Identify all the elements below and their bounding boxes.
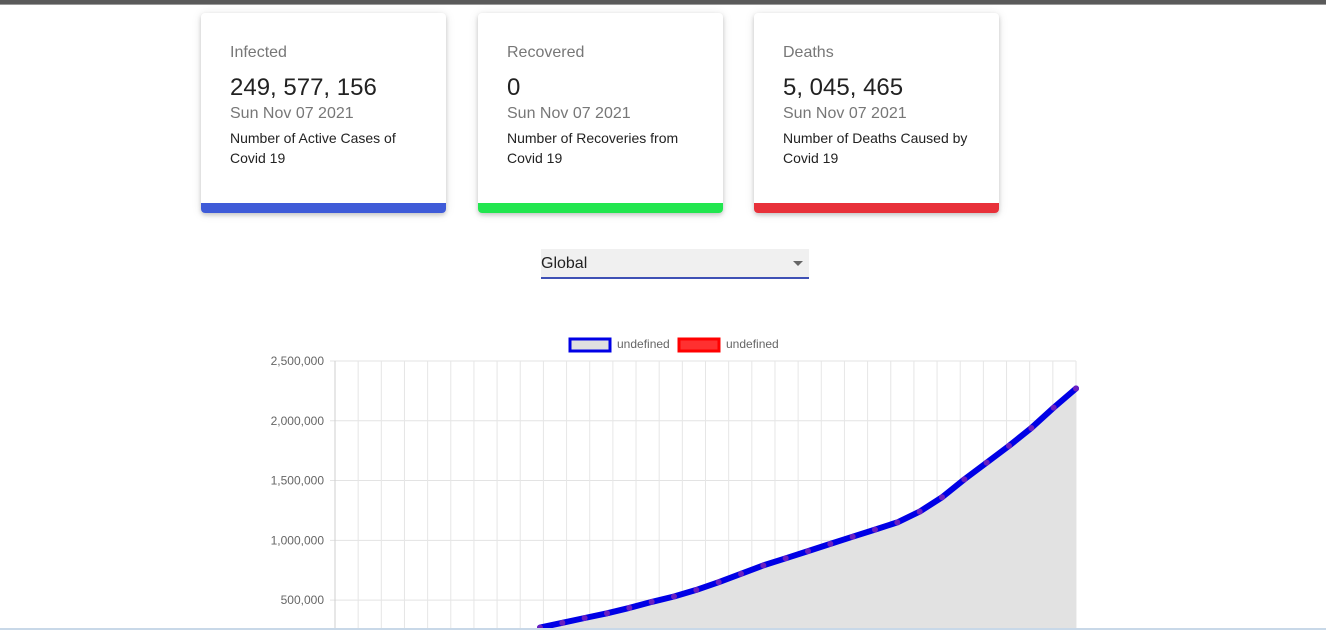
- card-description: Number of Deaths Caused by Covid 19: [783, 130, 968, 166]
- y-tick-label: 2,000,000: [271, 414, 325, 428]
- data-point: [671, 593, 677, 600]
- legend-swatch: [568, 337, 612, 353]
- card-title: Recovered: [507, 44, 585, 61]
- y-tick-label: 2,500,000: [271, 354, 325, 368]
- data-point: [559, 619, 566, 626]
- data-point: [805, 548, 811, 555]
- data-point: [604, 610, 610, 617]
- card-description: Number of Recoveries from Covid 19: [507, 130, 679, 166]
- y-tick-label: 1,000,000: [271, 533, 325, 547]
- data-point: [715, 579, 722, 586]
- data-point: [760, 562, 767, 569]
- legend-swatch: [677, 337, 721, 353]
- infected-card: Infected 249, 577, 156 Sun Nov 07 2021 N…: [201, 13, 446, 213]
- data-point: [1050, 404, 1057, 411]
- window-top-border: [0, 0, 1326, 5]
- data-point: [983, 459, 990, 466]
- legend-label: undefined: [726, 337, 779, 351]
- data-point: [648, 598, 655, 605]
- data-point: [939, 494, 945, 501]
- data-point: [581, 615, 588, 622]
- data-point: [738, 570, 744, 577]
- data-point: [693, 586, 700, 593]
- cases-line-chart: undefined undefined 2,500,000 2,000,000 1,5…: [271, 337, 1079, 630]
- y-tick-label: 500,000: [281, 593, 325, 607]
- y-axis-ticks: 2,500,000 2,000,000 1,500,000 1,000,000 500,…: [271, 354, 325, 607]
- data-point: [916, 508, 923, 515]
- data-point: [872, 526, 878, 533]
- country-select-value: Global: [541, 255, 588, 272]
- country-select[interactable]: Global: [541, 249, 809, 279]
- data-point: [782, 555, 789, 562]
- data-point: [1073, 385, 1079, 392]
- data-point: [1006, 442, 1012, 449]
- data-point: [961, 476, 968, 483]
- series-area-fill: [540, 388, 1076, 630]
- card-description: Number of Active Cases of Covid 19: [230, 130, 396, 166]
- card-title: Infected: [230, 44, 287, 61]
- card-value: 249, 577, 156: [230, 74, 377, 101]
- card-value: 0: [507, 74, 521, 101]
- dropdown-arrow-icon[interactable]: [793, 261, 803, 266]
- legend-label: undefined: [617, 337, 670, 351]
- data-point: [849, 533, 856, 540]
- recovered-card: Recovered 0 Sun Nov 07 2021 Number of Re…: [478, 13, 723, 213]
- chart-legend: undefined undefined: [568, 337, 779, 353]
- chart-plot-area: [537, 385, 1079, 630]
- data-point: [1028, 424, 1035, 431]
- card-color-bar: [754, 203, 999, 213]
- deaths-card: Deaths 5, 045, 465 Sun Nov 07 2021 Numbe…: [754, 13, 999, 213]
- data-point: [827, 540, 834, 547]
- card-title: Deaths: [783, 44, 834, 61]
- data-point: [626, 604, 633, 611]
- card-color-bar: [478, 203, 723, 213]
- y-tick-label: 1,500,000: [271, 474, 325, 488]
- card-color-bar: [201, 203, 446, 213]
- data-point: [894, 519, 901, 526]
- card-date: Sun Nov 07 2021: [230, 105, 354, 122]
- card-date: Sun Nov 07 2021: [507, 105, 631, 122]
- card-date: Sun Nov 07 2021: [783, 105, 907, 122]
- card-value: 5, 045, 465: [783, 74, 904, 101]
